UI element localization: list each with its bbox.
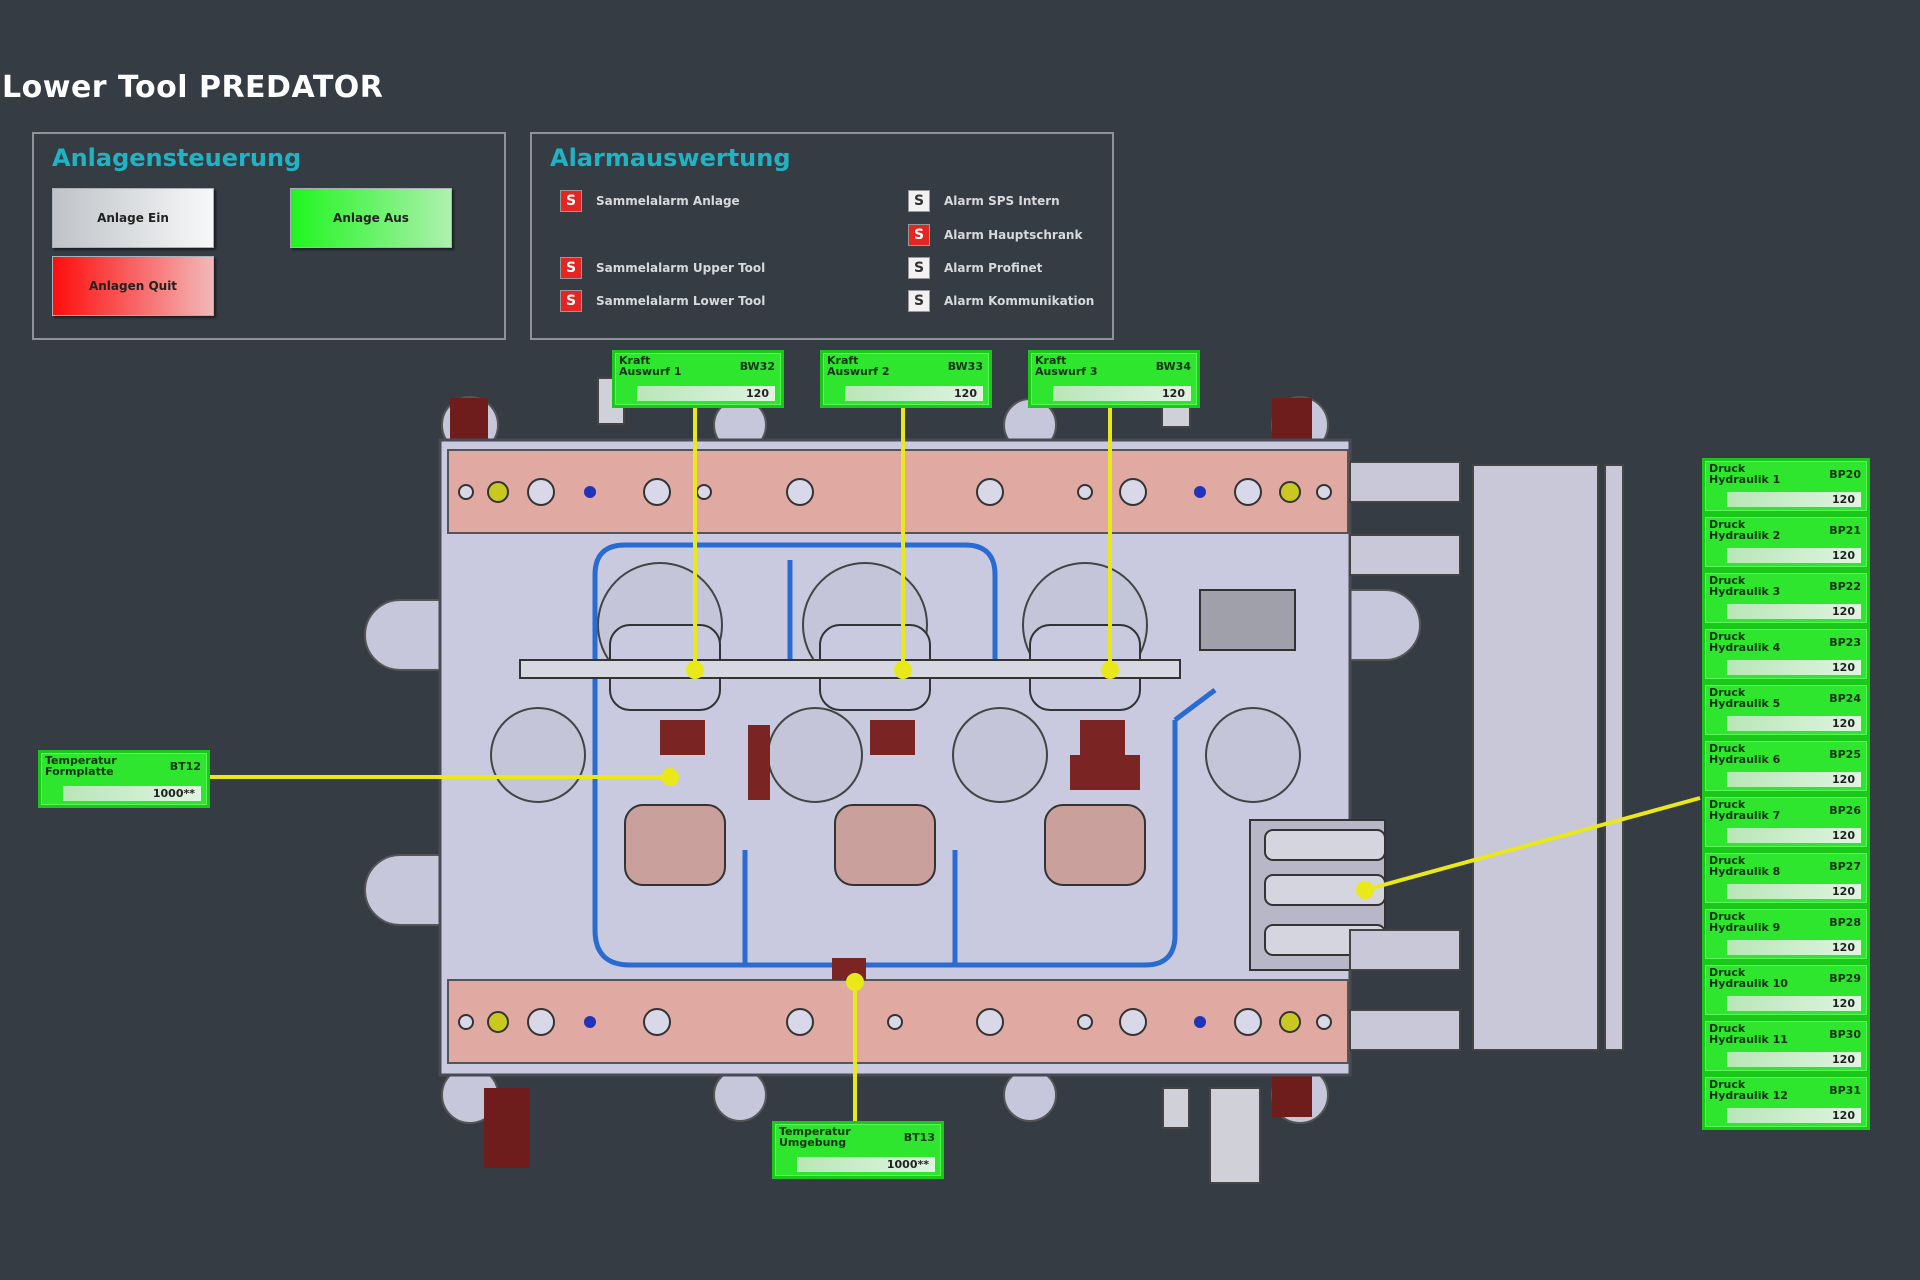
sensor-code: BP28 <box>1829 916 1861 929</box>
sensor-value: 120 <box>1727 940 1861 955</box>
sensor-label: Druck Hydraulik 9 <box>1709 910 1781 934</box>
sensor-label: Druck Hydraulik 3 <box>1709 574 1781 598</box>
sensor-value: 120 <box>845 386 983 401</box>
sensor-value: 120 <box>1727 548 1861 563</box>
pressure-sensor-tag[interactable]: Druck Hydraulik 2 BP21 120 <box>1702 514 1870 570</box>
pressure-sensor-tag[interactable]: Druck Hydraulik 3 BP22 120 <box>1702 570 1870 626</box>
temperature-sensor-tag[interactable]: Temperatur Umgebung BT13 1000** <box>772 1121 944 1179</box>
sensor-value: 120 <box>1727 1108 1861 1123</box>
sensor-value: 120 <box>1727 660 1861 675</box>
sensor-label: Druck Hydraulik 1 <box>1709 462 1781 486</box>
pressure-sensor-tag[interactable]: Druck Hydraulik 12 BP31 120 <box>1702 1074 1870 1130</box>
sensor-value: 120 <box>637 386 775 401</box>
sensor-label: Druck Hydraulik 7 <box>1709 798 1781 822</box>
sensor-code: BP25 <box>1829 748 1861 761</box>
sensor-code: BP26 <box>1829 804 1861 817</box>
sensor-value: 120 <box>1727 996 1861 1011</box>
force-sensor-tag[interactable]: Kraft Auswurf 3 BW34 120 <box>1028 350 1200 408</box>
sensor-code: BP30 <box>1829 1028 1861 1041</box>
pressure-sensor-tag[interactable]: Druck Hydraulik 4 BP23 120 <box>1702 626 1870 682</box>
sensor-label: Temperatur Formplatte <box>45 754 117 778</box>
pressure-sensor-tag[interactable]: Druck Hydraulik 7 BP26 120 <box>1702 794 1870 850</box>
sensor-label: Druck Hydraulik 6 <box>1709 742 1781 766</box>
sensor-value: 120 <box>1727 1052 1861 1067</box>
sensor-code: BP20 <box>1829 468 1861 481</box>
pressure-sensor-tag[interactable]: Druck Hydraulik 1 BP20 120 <box>1702 458 1870 514</box>
sensor-value: 120 <box>1727 716 1861 731</box>
sensor-value: 1000** <box>63 786 201 801</box>
sensor-label: Temperatur Umgebung <box>779 1125 851 1149</box>
pressure-sensor-tag[interactable]: Druck Hydraulik 8 BP27 120 <box>1702 850 1870 906</box>
pressure-sensor-tag[interactable]: Druck Hydraulik 11 BP30 120 <box>1702 1018 1870 1074</box>
sensor-code: BW34 <box>1155 360 1191 373</box>
sensor-value: 120 <box>1727 492 1861 507</box>
sensor-label: Druck Hydraulik 4 <box>1709 630 1781 654</box>
sensor-value: 1000** <box>797 1157 935 1172</box>
sensor-code: BP27 <box>1829 860 1861 873</box>
sensor-label: Kraft Auswurf 3 <box>1035 354 1098 378</box>
force-sensor-tag[interactable]: Kraft Auswurf 2 BW33 120 <box>820 350 992 408</box>
sensor-label: Druck Hydraulik 2 <box>1709 518 1781 542</box>
sensor-code: BW33 <box>947 360 983 373</box>
lower-tool-drawing <box>205 377 1701 1184</box>
pressure-sensor-list: Druck Hydraulik 1 BP20 120 Druck Hydraul… <box>1702 458 1870 1134</box>
sensor-value: 120 <box>1053 386 1191 401</box>
sensor-code: BP23 <box>1829 636 1861 649</box>
sensor-label: Kraft Auswurf 2 <box>827 354 890 378</box>
pressure-sensor-tag[interactable]: Druck Hydraulik 9 BP28 120 <box>1702 906 1870 962</box>
pressure-sensor-tag[interactable]: Druck Hydraulik 5 BP24 120 <box>1702 682 1870 738</box>
temperature-sensor-tag[interactable]: Temperatur Formplatte BT12 1000** <box>38 750 210 808</box>
sensor-label: Druck Hydraulik 12 <box>1709 1078 1788 1102</box>
sensor-code: BT13 <box>903 1131 935 1144</box>
sensor-label: Druck Hydraulik 11 <box>1709 1022 1788 1046</box>
sensor-code: BW32 <box>739 360 775 373</box>
sensor-label: Druck Hydraulik 10 <box>1709 966 1788 990</box>
pressure-sensor-tag[interactable]: Druck Hydraulik 10 BP29 120 <box>1702 962 1870 1018</box>
sensor-code: BT12 <box>169 760 201 773</box>
force-sensor-tag[interactable]: Kraft Auswurf 1 BW32 120 <box>612 350 784 408</box>
sensor-code: BP21 <box>1829 524 1861 537</box>
sensor-value: 120 <box>1727 884 1861 899</box>
sensor-value: 120 <box>1727 772 1861 787</box>
sensor-code: BP22 <box>1829 580 1861 593</box>
sensor-label: Kraft Auswurf 1 <box>619 354 682 378</box>
sensor-value: 120 <box>1727 604 1861 619</box>
sensor-value: 120 <box>1727 828 1861 843</box>
sensor-label: Druck Hydraulik 8 <box>1709 854 1781 878</box>
sensor-code: BP31 <box>1829 1084 1861 1097</box>
sensor-code: BP29 <box>1829 972 1861 985</box>
pressure-sensor-tag[interactable]: Druck Hydraulik 6 BP25 120 <box>1702 738 1870 794</box>
sensor-label: Druck Hydraulik 5 <box>1709 686 1781 710</box>
sensor-code: BP24 <box>1829 692 1861 705</box>
